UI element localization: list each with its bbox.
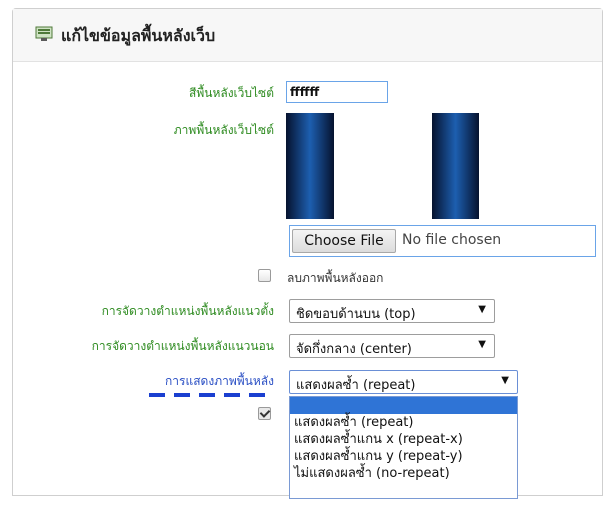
edit-form-icon bbox=[35, 26, 53, 41]
dropdown-option[interactable]: แสดงผลซ้ำแกน x (repeat-x) bbox=[290, 431, 517, 448]
display-label: การแสดงภาพพื้นหลัง bbox=[165, 374, 274, 388]
dropdown-option[interactable]: ไม่แสดงผลซ้ำ (no-repeat) bbox=[290, 465, 517, 482]
display-dropdown-list[interactable]: แสดงผลซ้ำ (repeat) แสดงผลซ้ำแกน x (repea… bbox=[289, 396, 518, 499]
horizontal-position-label: การจัดวางตำแหน่งพื้นหลังแนวนอน bbox=[91, 339, 274, 353]
file-input[interactable]: Choose File No file chosen bbox=[289, 225, 596, 257]
bg-image-label: ภาพพื้นหลังเว็บไซต์ bbox=[173, 123, 274, 137]
bg-color-input[interactable] bbox=[286, 81, 388, 103]
panel-title: แก้ไขข้อมูลพื้นหลังเว็บ bbox=[61, 26, 216, 45]
bg-color-label: สีพื้นหลังเว็บไซต์ bbox=[189, 86, 274, 100]
dropdown-option[interactable]: แสดงผลซ้ำแกน y (repeat-y) bbox=[290, 448, 517, 465]
panel-header: แก้ไขข้อมูลพื้นหลังเว็บ bbox=[13, 9, 602, 62]
dropdown-arrow-icon: ▼ bbox=[478, 304, 486, 315]
dropdown-option[interactable]: แสดงผลซ้ำ (repeat) bbox=[290, 414, 517, 431]
display-select[interactable]: แสดงผลซ้ำ (repeat) ▼ bbox=[289, 370, 518, 394]
display-select-value: แสดงผลซ้ำ (repeat) bbox=[296, 378, 416, 393]
dropdown-arrow-icon: ▼ bbox=[501, 375, 509, 386]
annotation-underline bbox=[149, 393, 271, 397]
file-status-text: No file chosen bbox=[402, 232, 502, 248]
choose-file-button[interactable]: Choose File bbox=[292, 229, 396, 253]
vertical-position-value: ชิดขอบด้านบน (top) bbox=[296, 307, 416, 322]
horizontal-position-select[interactable]: จัดกึ่งกลาง (center) ▼ bbox=[289, 334, 495, 358]
dropdown-arrow-icon: ▼ bbox=[478, 339, 486, 350]
vertical-position-label: การจัดวางตำแหน่งพื้นหลังแนวตั้ง bbox=[101, 304, 274, 318]
bg-image-preview bbox=[286, 113, 479, 219]
checked-checkbox[interactable] bbox=[258, 407, 271, 420]
dropdown-option[interactable] bbox=[290, 397, 517, 414]
horizontal-position-value: จัดกึ่งกลาง (center) bbox=[296, 342, 412, 357]
vertical-position-select[interactable]: ชิดขอบด้านบน (top) ▼ bbox=[289, 299, 495, 323]
remove-bg-checkbox[interactable] bbox=[258, 269, 271, 282]
remove-bg-label: ลบภาพพื้นหลังออก bbox=[287, 271, 384, 285]
